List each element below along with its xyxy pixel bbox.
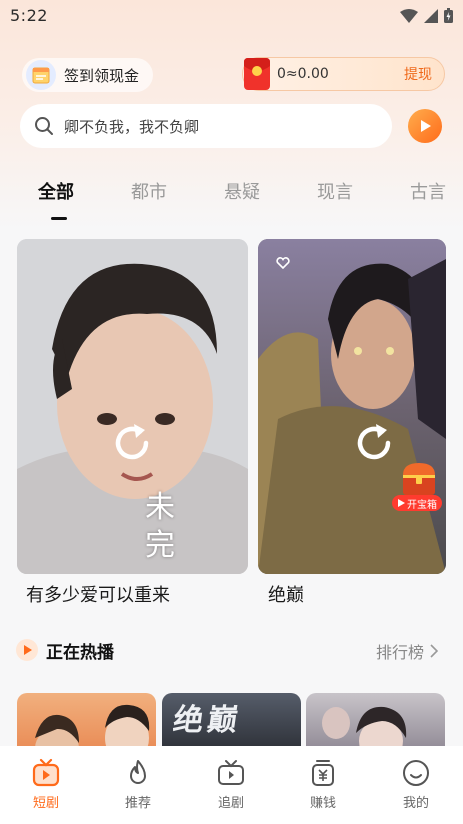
tabbar-item-recommend[interactable]: 推荐 [108, 758, 168, 811]
bottom-tab-bar: 短剧 推荐 追剧 赚钱 我的 [0, 746, 463, 824]
play-small-icon [398, 499, 405, 507]
wallet-balance: 0≈0.00 [277, 66, 329, 82]
category-tabs: 全部 都市 悬疑 现言 古言 [0, 172, 463, 220]
red-envelope-icon [244, 58, 270, 90]
status-time: 5:22 [10, 6, 48, 25]
checkin-button[interactable]: 签到领现金 [22, 58, 154, 92]
chevron-right-icon [430, 644, 438, 658]
overlay-text: 未完 [145, 490, 175, 563]
favorite-icon[interactable] [276, 257, 290, 269]
cover-image [17, 239, 248, 574]
tabbar-label: 推荐 [124, 796, 151, 811]
drama-thumbnail[interactable] [306, 693, 445, 753]
hot-section-header: 正在热播 排行榜 [16, 636, 446, 664]
search-placeholder: 卿不负我，我不负卿 [64, 117, 200, 136]
card-title[interactable]: 有多少爱可以重来 [26, 581, 170, 607]
thumbnail-caption: 绝巅 [171, 703, 244, 738]
wifi-icon [400, 8, 418, 23]
play-button[interactable] [408, 109, 442, 143]
tab-modern-romance[interactable]: 现言 [317, 178, 353, 204]
tabbar-item-profile[interactable]: 我的 [386, 758, 446, 811]
tab-all[interactable]: 全部 [38, 178, 74, 204]
thumbnail-image [35, 704, 150, 753]
tabbar-label: 我的 [402, 796, 429, 811]
tab-suspense[interactable]: 悬疑 [224, 178, 260, 204]
status-icons [400, 8, 453, 23]
signal-icon [424, 8, 438, 23]
flame-icon [130, 760, 146, 784]
replay-icon[interactable] [110, 421, 154, 465]
tabbar-label: 追剧 [217, 796, 244, 811]
rank-label: 排行榜 [375, 643, 424, 662]
treasure-badge-label: 开宝箱 [407, 499, 437, 511]
wallet-pill[interactable]: 0≈0.00 提现 [242, 57, 445, 91]
drama-thumbnail[interactable]: 绝巅 [162, 693, 301, 753]
status-bar: 5:22 [0, 0, 463, 34]
tab-ancient-romance[interactable]: 古言 [410, 178, 446, 204]
checkin-label: 签到领现金 [64, 66, 140, 85]
play-icon [421, 120, 431, 132]
money-bag-icon [312, 760, 334, 786]
tabbar-item-earn[interactable]: 赚钱 [293, 758, 353, 811]
tab-indicator [51, 217, 67, 220]
withdraw-button[interactable]: 提现 [404, 64, 432, 84]
drama-card[interactable]: 未完 [17, 239, 248, 574]
search-bar[interactable]: 卿不负我，我不负卿 [20, 104, 392, 148]
search-icon [35, 117, 53, 135]
cover-image [258, 239, 446, 574]
drama-thumbnail[interactable] [17, 693, 156, 753]
hot-play-icon [16, 639, 38, 661]
thumbnail-image [322, 706, 407, 753]
hot-section-title: 正在热播 [46, 642, 114, 663]
treasure-chest-icon [403, 463, 435, 495]
tabbar-label: 赚钱 [309, 796, 336, 811]
drama-card[interactable]: 开宝箱 [258, 239, 446, 574]
tv-home-icon [32, 758, 60, 787]
tab-urban[interactable]: 都市 [131, 178, 167, 204]
tabbar-item-shorts[interactable]: 短剧 [16, 758, 76, 811]
calendar-icon [26, 60, 56, 90]
rank-link[interactable]: 排行榜 [376, 639, 438, 663]
treasure-chest-button[interactable]: 开宝箱 [392, 461, 442, 513]
battery-icon [444, 8, 453, 23]
card-title[interactable]: 绝巅 [268, 581, 304, 607]
tv-icon [218, 760, 244, 785]
smile-face-icon [403, 760, 429, 786]
tabbar-item-follow[interactable]: 追剧 [201, 758, 261, 811]
tabbar-label: 短剧 [32, 796, 59, 811]
replay-icon[interactable] [352, 421, 396, 465]
